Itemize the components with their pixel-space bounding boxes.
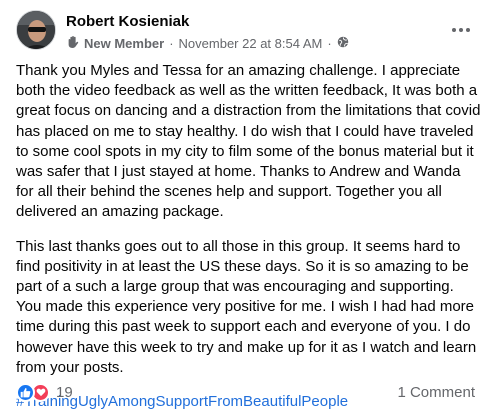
more-dot: [459, 28, 463, 32]
post-paragraph-1: Thank you Myles and Tessa for an amazing…: [16, 62, 481, 221]
reactions-summary[interactable]: 19: [16, 382, 73, 402]
more-options-icon[interactable]: [447, 20, 475, 40]
new-member-hand-icon: [66, 35, 80, 52]
meta-separator: ·: [169, 36, 174, 51]
avatar[interactable]: [16, 10, 56, 50]
post-timestamp[interactable]: November 22 at 8:54 AM: [179, 36, 323, 51]
comments-link[interactable]: 1 Comment: [397, 384, 475, 401]
post-body: Thank you Myles and Tessa for an amazing…: [16, 61, 482, 412]
globe-icon[interactable]: [337, 36, 349, 51]
meta-separator-2: ·: [327, 36, 332, 51]
badge-label[interactable]: New Member: [84, 36, 164, 51]
more-dot: [452, 28, 456, 32]
post-meta: New Member · November 22 at 8:54 AM ·: [66, 35, 349, 52]
more-dot: [466, 28, 470, 32]
reaction-count: 19: [56, 383, 73, 401]
author-name[interactable]: Robert Kosieniak: [66, 13, 189, 30]
like-reaction-icon: [16, 382, 35, 402]
post-footer: 19 1 Comment: [16, 380, 475, 404]
post-header: Robert Kosieniak New Member · November 2…: [16, 8, 481, 56]
post-paragraph-2: This last thanks goes out to all those i…: [16, 237, 477, 376]
